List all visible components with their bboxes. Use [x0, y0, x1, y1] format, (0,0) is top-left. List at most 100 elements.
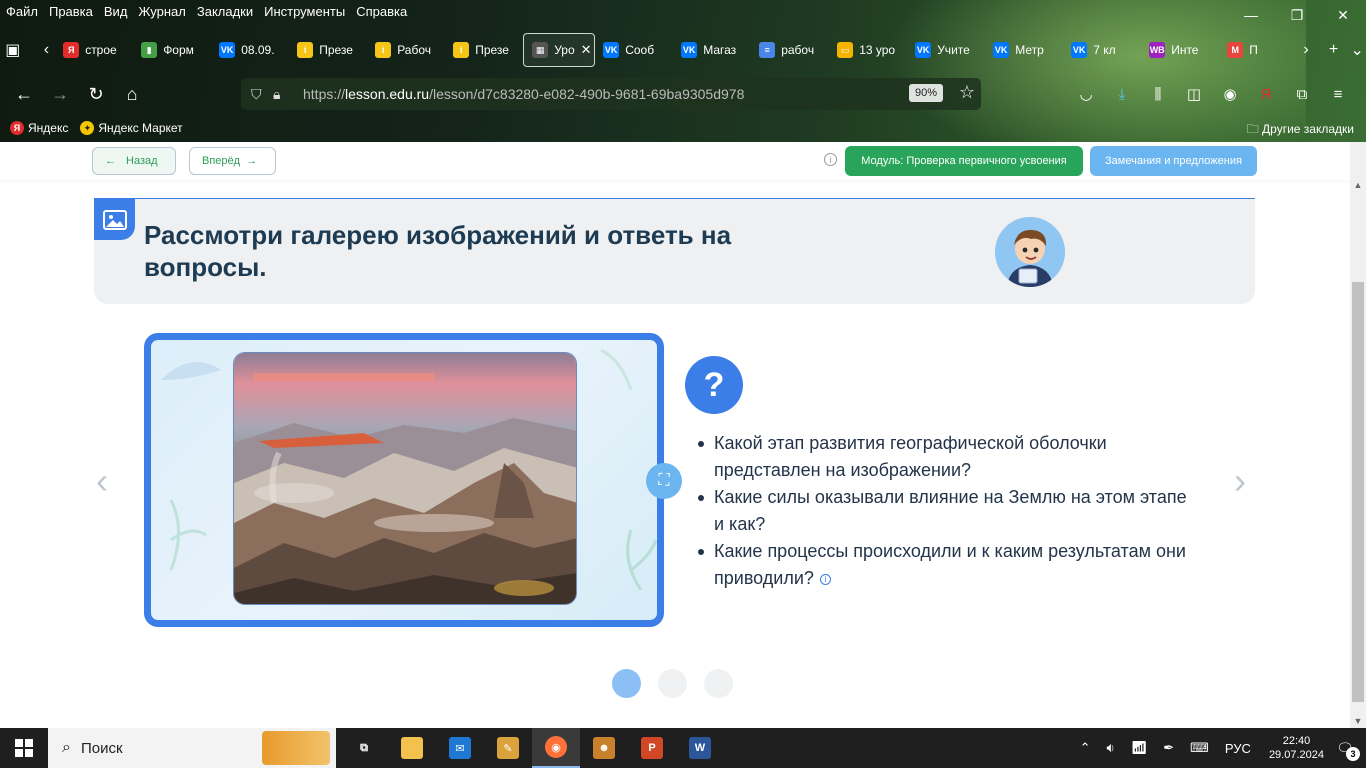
task-title: Рассмотри галерею изображений и ответь н…	[144, 220, 732, 282]
close-tab-icon[interactable]: ✕	[581, 42, 592, 58]
browser-tab[interactable]: VK 7 кл	[1063, 33, 1141, 67]
fullscreen-expand-button[interactable]: ⛶	[646, 463, 682, 499]
tab-favicon-icon: WB	[1149, 42, 1166, 58]
browser-tab[interactable]: ▮ Форм	[133, 33, 211, 67]
info-icon[interactable]: i	[824, 153, 837, 166]
word-icon[interactable]: W	[676, 728, 724, 768]
back-button[interactable]: ← Назад	[92, 147, 176, 175]
browser-tab[interactable]: i Презе	[289, 33, 367, 67]
tab-bar: ▣ ‹ Ястрое ▮ Форм VK 08.09. i Презе i Рабоч i През…	[0, 32, 1366, 68]
lock-icon[interactable]: 🔒︎	[273, 86, 295, 103]
page-scrollbar[interactable]: ▲ ▼	[1350, 142, 1366, 728]
menu-file[interactable]: Файл	[6, 4, 38, 19]
pen-icon[interactable]: ✒	[1163, 740, 1174, 756]
zoom-level[interactable]: 90%	[908, 84, 943, 102]
keyboard-icon[interactable]: ⌨	[1190, 740, 1209, 756]
browser-tab[interactable]: i Презе	[445, 33, 523, 67]
expand-icon: ⛶	[658, 472, 670, 489]
file-explorer-icon[interactable]	[388, 728, 436, 768]
cleaner-icon[interactable]: ✎	[484, 728, 532, 768]
feedback-button[interactable]: Замечания и предложения	[1090, 146, 1257, 176]
next-slide-icon[interactable]: ›	[1234, 460, 1246, 502]
module-button[interactable]: Модуль: Проверка первичного усвоения	[845, 146, 1083, 176]
yandex-extension-icon[interactable]: Я	[1248, 86, 1284, 103]
tab-list-chevron-icon[interactable]: ⌄	[1348, 35, 1366, 65]
network-icon[interactable]: 📶︎	[1131, 740, 1148, 756]
taskbar-apps: ⧉ ✉ ✎ ◉ ☻ P W	[340, 728, 724, 768]
bookmark-yandex-market[interactable]: ✦ Яндекс Маркет	[80, 121, 183, 135]
info-icon[interactable]: i	[819, 573, 831, 585]
browser-tab[interactable]: MП	[1219, 33, 1297, 67]
address-bar[interactable]: ⛉ 🔒︎ https://lesson.edu.ru/lesson/d7c832…	[241, 78, 981, 110]
browser-tab[interactable]: VK Магаз	[673, 33, 751, 67]
extensions-icon[interactable]: ⧉	[1284, 86, 1320, 103]
close-window-icon[interactable]: ✕	[1320, 0, 1366, 30]
other-bookmarks[interactable]: 🗀 Другие закладки	[1247, 120, 1354, 141]
browser-tab[interactable]: VK 08.09.	[211, 33, 289, 67]
tray-chevron-up-icon[interactable]: ⌃	[1080, 740, 1091, 756]
url-text[interactable]: https://lesson.edu.ru/lesson/d7c83280-e0…	[303, 86, 744, 102]
gallery-image-volcanic-landscape[interactable]	[233, 352, 577, 605]
slide-dot-2[interactable]	[658, 669, 687, 698]
shield-icon[interactable]: ⛉	[251, 86, 273, 103]
slide-dot-3[interactable]	[704, 669, 733, 698]
task-header: Рассмотри галерею изображений и ответь н…	[94, 198, 1255, 304]
prev-slide-icon[interactable]: ‹	[96, 460, 108, 502]
sidebar-icon[interactable]: ◫	[1176, 85, 1212, 103]
notification-icon[interactable]: 🗨︎ 3	[1334, 737, 1360, 761]
volume-icon[interactable]: 🔉︎	[1107, 740, 1115, 756]
download-icon[interactable]: ⤓	[1104, 86, 1140, 103]
browser-tab[interactable]: VK Метр	[985, 33, 1063, 67]
scroll-down-icon[interactable]: ▼	[1350, 716, 1366, 726]
scroll-up-icon[interactable]: ▲	[1350, 180, 1366, 190]
slide-dot-1[interactable]	[612, 669, 641, 698]
mail-icon[interactable]: ✉	[436, 728, 484, 768]
scrollbar-thumb[interactable]	[1352, 282, 1364, 702]
clock[interactable]: 22:40 29.07.2024	[1269, 734, 1324, 762]
language-indicator[interactable]: РУС	[1225, 741, 1251, 756]
browser-tab[interactable]: Ястрое	[55, 33, 133, 67]
home-icon[interactable]: ⌂	[114, 78, 150, 110]
taskbar-search[interactable]: ⌕ Поиск	[48, 728, 336, 768]
menu-edit[interactable]: Правка	[49, 4, 93, 19]
menu-tools[interactable]: Инструменты	[264, 4, 345, 19]
forward-button[interactable]: Вперёд →	[189, 147, 276, 175]
tab-favicon-icon: VK	[219, 42, 236, 58]
app-menu-icon[interactable]: ≡	[1320, 86, 1356, 103]
back-icon[interactable]: ←	[6, 78, 42, 110]
firefox-icon[interactable]: ◉	[532, 728, 580, 768]
minimize-icon[interactable]: —	[1228, 0, 1274, 30]
menu-view[interactable]: Вид	[104, 4, 128, 19]
bookmark-star-icon[interactable]: ☆	[959, 82, 975, 103]
scroll-tabs-left-icon[interactable]: ‹	[38, 35, 56, 65]
forward-icon[interactable]: →	[42, 78, 78, 110]
game-icon[interactable]: ☻	[580, 728, 628, 768]
scroll-tabs-right-icon[interactable]: ›	[1297, 35, 1315, 65]
task-view-icon[interactable]: ⧉	[340, 728, 388, 768]
windows-start-icon[interactable]	[0, 728, 48, 768]
reload-icon[interactable]: ↻	[78, 78, 114, 110]
restore-icon[interactable]: ❐	[1274, 0, 1320, 30]
library-icon[interactable]: ⫼	[1140, 86, 1176, 103]
windows-taskbar: ⌕ Поиск ⧉ ✉ ✎ ◉ ☻ P W ⌃ 🔉︎ 📶︎ ✒ ⌨ РУС 22…	[0, 728, 1366, 768]
browser-tab[interactable]: VK Сооб	[595, 33, 673, 67]
browser-tab[interactable]: ▦ Уро ✕	[523, 33, 596, 67]
page-content: ← Назад Вперёд → i Модуль: Проверка перв…	[0, 142, 1350, 728]
browser-tab[interactable]: ≡ рабоч	[751, 33, 829, 67]
account-icon[interactable]: ◉	[1212, 85, 1248, 103]
powerpoint-icon[interactable]: P	[628, 728, 676, 768]
menu-bookmarks[interactable]: Закладки	[197, 4, 253, 19]
browser-tab[interactable]: WB Инте	[1141, 33, 1219, 67]
new-tab-icon[interactable]: +	[1325, 35, 1343, 65]
system-tray: ⌃ 🔉︎ 📶︎ ✒ ⌨ РУС 22:40 29.07.2024 🗨︎ 3	[1072, 728, 1366, 768]
browser-tab[interactable]: ▭ 13 уро	[829, 33, 907, 67]
tab-label: Уро	[554, 43, 575, 57]
menu-history[interactable]: Журнал	[138, 4, 185, 19]
pocket-icon[interactable]: ◡	[1068, 85, 1104, 103]
tab-label: Инте	[1171, 43, 1199, 57]
browser-tab[interactable]: i Рабоч	[367, 33, 445, 67]
tab-overview-icon[interactable]: ▣	[4, 35, 22, 65]
menu-help[interactable]: Справка	[356, 4, 407, 19]
browser-tab[interactable]: VK Учите	[907, 33, 985, 67]
bookmark-yandex[interactable]: Я Яндекс	[10, 121, 68, 135]
